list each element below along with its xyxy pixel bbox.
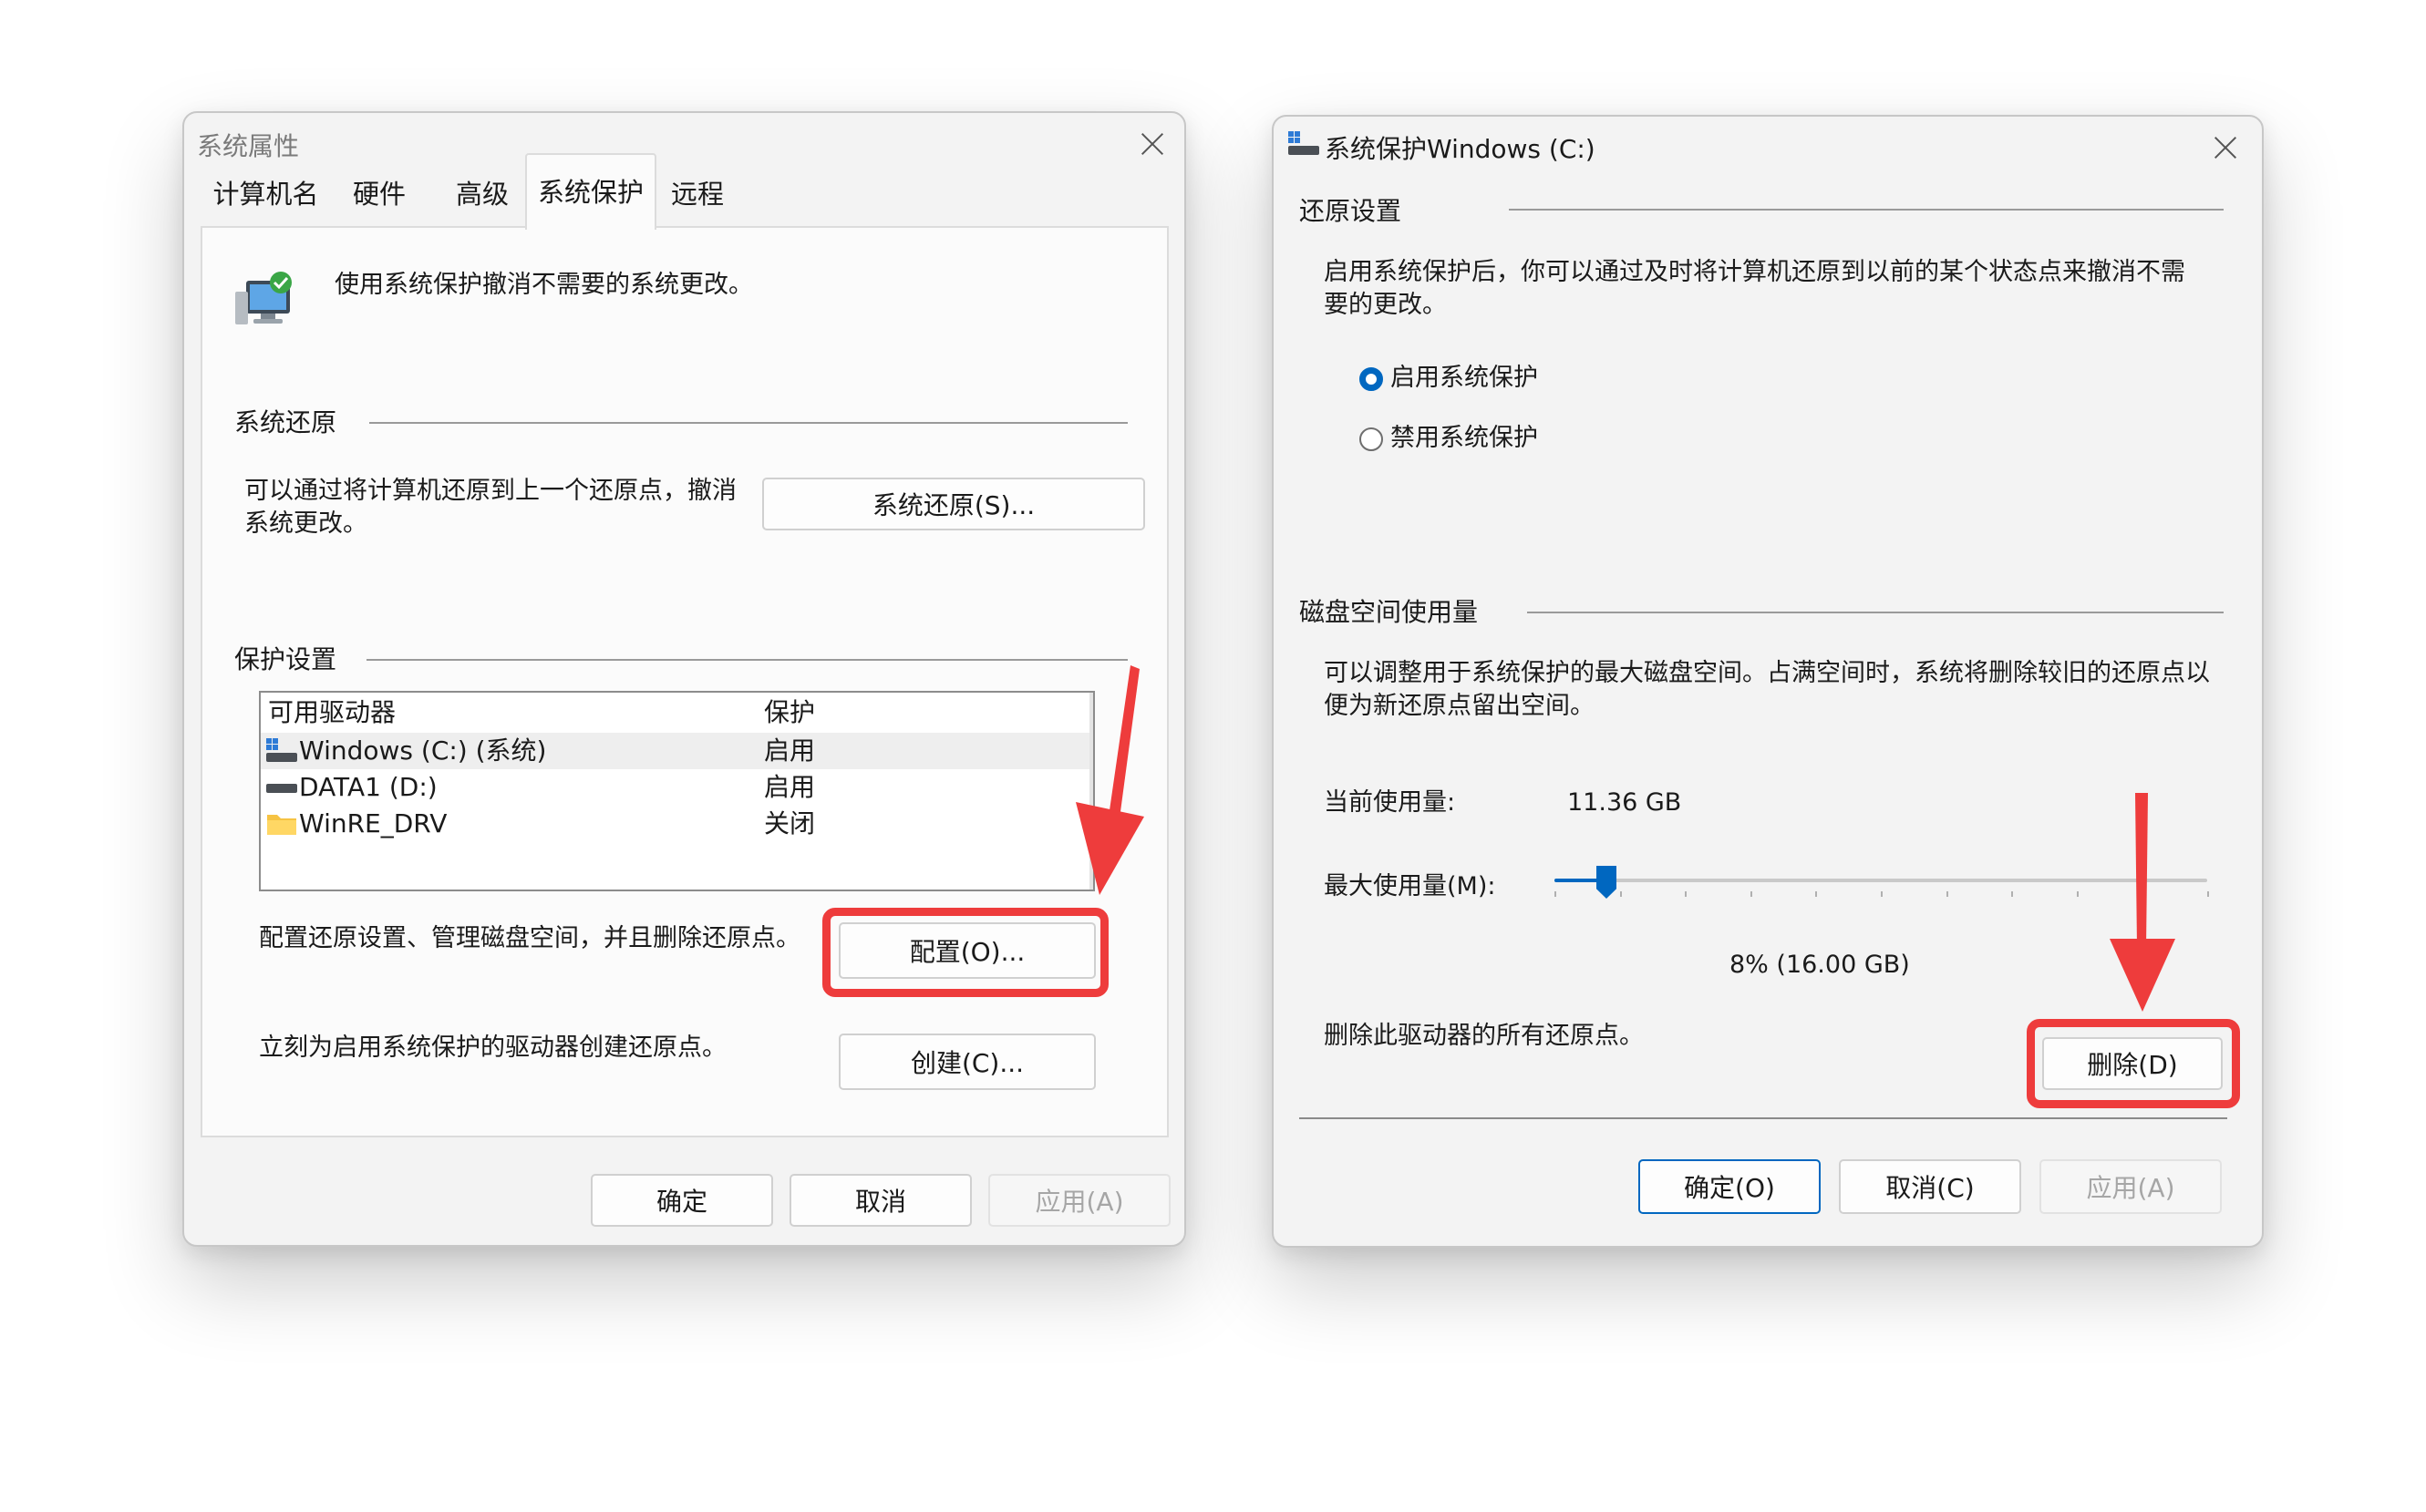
apply-button[interactable]: 应用(A)	[988, 1174, 1171, 1227]
restore-settings-description: 要的更改。	[1324, 291, 1447, 319]
intro-text: 使用系统保护撤消不需要的系统更改。	[335, 271, 753, 299]
window-title: 系统属性	[197, 131, 300, 161]
tab-label: 硬件	[352, 179, 406, 210]
drive-name: DATA1 (D:)	[299, 772, 438, 802]
slider-tick	[1946, 891, 1948, 897]
highlight-box	[2027, 1019, 2240, 1108]
tab-hardware[interactable]: 硬件	[328, 160, 430, 228]
highlight-box	[822, 908, 1109, 997]
disk-usage-section-title: 磁盘空间使用量	[1299, 597, 1479, 627]
annotation-arrow-icon	[1076, 665, 1144, 895]
slider-thumb[interactable]	[1596, 866, 1616, 899]
slider-tick	[1815, 891, 1817, 897]
section-divider	[1299, 1117, 2227, 1119]
protection-status: 关闭	[764, 808, 816, 838]
slider-tick	[2077, 891, 2079, 897]
folder-icon	[267, 815, 296, 835]
drive-icon	[266, 784, 297, 793]
tab-advanced[interactable]: 高级	[432, 160, 532, 228]
system-restore-section-title: 系统还原	[234, 407, 337, 437]
system-restore-description: 可以通过将计算机还原到上一个还原点，撤消	[244, 477, 737, 505]
disk-usage-description: 便为新还原点留出空间。	[1324, 692, 1595, 720]
tab-label: 高级	[455, 179, 509, 210]
drive-name: WinRE_DRV	[299, 808, 448, 838]
column-header-protection[interactable]: 保护	[764, 694, 815, 731]
system-protection-dialog: 系统保护Windows (C:) 还原设置 启用系统保护后，你可以通过及时将计算…	[1272, 115, 2264, 1248]
button-label: 应用(A)	[2086, 1173, 2175, 1203]
tab-label: 计算机名	[212, 179, 319, 210]
section-divider	[369, 422, 1128, 424]
tab-content-panel	[201, 226, 1169, 1137]
system-protection-icon	[235, 272, 292, 324]
section-divider	[366, 659, 1128, 661]
current-usage-label: 当前使用量:	[1324, 788, 1456, 817]
tab-label: 远程	[670, 179, 724, 210]
slider-tick	[1881, 891, 1883, 897]
cancel-button[interactable]: 取消	[790, 1174, 972, 1227]
ok-button[interactable]: 确定	[591, 1174, 773, 1227]
button-label: 取消(C)	[1885, 1173, 1975, 1203]
section-divider	[1509, 209, 2224, 211]
table-row[interactable]: DATA1 (D:) 启用	[261, 769, 1093, 806]
max-usage-label: 最大使用量(M):	[1324, 872, 1496, 900]
protection-settings-section-title: 保护设置	[234, 644, 337, 674]
button-label: 取消	[854, 1187, 906, 1217]
restore-settings-section-title: 还原设置	[1299, 196, 1402, 226]
button-label: 确定(O)	[1684, 1173, 1775, 1203]
slider-value-text: 8% (16.00 GB)	[1729, 951, 1910, 979]
table-header: 可用驱动器 保护	[261, 694, 1093, 731]
protection-status: 启用	[764, 735, 816, 766]
option-label: 禁用系统保护	[1390, 424, 1538, 452]
radio-button-selected[interactable]	[1359, 367, 1383, 391]
table-row[interactable]: WinRE_DRV 关闭	[261, 806, 1093, 842]
ok-button[interactable]: 确定(O)	[1638, 1159, 1821, 1214]
current-usage-value: 11.36 GB	[1567, 788, 1682, 817]
table-row[interactable]: Windows (C:) (系统) 启用	[261, 733, 1093, 769]
slider-tick	[2207, 891, 2209, 897]
configure-description: 配置还原设置、管理磁盘空间，并且删除还原点。	[259, 924, 800, 952]
annotation-arrow-icon	[2110, 793, 2175, 1012]
system-restore-description: 系统更改。	[244, 509, 367, 538]
tab-label: 系统保护	[537, 177, 644, 208]
button-label: 确定	[656, 1187, 707, 1217]
system-drive-icon	[1288, 131, 1319, 155]
button-label: 创建(C)...	[910, 1048, 1025, 1078]
disk-usage-description: 可以调整用于系统保护的最大磁盘空间。占满空间时，系统将删除较旧的还原点以	[1324, 659, 2210, 687]
button-label: 应用(A)	[1035, 1187, 1124, 1217]
slider-tick	[1620, 891, 1622, 897]
cancel-button[interactable]: 取消(C)	[1839, 1159, 2021, 1214]
delete-description: 删除此驱动器的所有还原点。	[1324, 1022, 1644, 1050]
slider-tick	[1685, 891, 1687, 897]
close-icon[interactable]	[2207, 129, 2244, 166]
system-drive-icon	[266, 738, 297, 762]
system-properties-dialog: 系统属性 计算机名 硬件 高级 系统保护 远程 使用系统保护撤消不需要的系统更改…	[182, 111, 1186, 1247]
disable-protection-option[interactable]: 禁用系统保护	[1359, 421, 1596, 458]
create-button[interactable]: 创建(C)...	[839, 1034, 1096, 1090]
apply-button[interactable]: 应用(A)	[2039, 1159, 2222, 1214]
tab-system-protection[interactable]: 系统保护	[525, 153, 656, 230]
column-header-drive[interactable]: 可用驱动器	[268, 694, 396, 731]
slider-tick	[2011, 891, 2013, 897]
radio-button[interactable]	[1359, 427, 1383, 451]
drive-name: Windows (C:) (系统)	[299, 735, 547, 766]
restore-settings-description: 启用系统保护后，你可以通过及时将计算机还原到以前的某个状态点来撤消不需	[1324, 258, 2185, 286]
system-restore-button[interactable]: 系统还原(S)...	[762, 478, 1145, 530]
drives-table: 可用驱动器 保护 Windows (C:) (系统) 启用 DATA1 (D:)…	[259, 691, 1095, 891]
create-description: 立刻为启用系统保护的驱动器创建还原点。	[259, 1034, 727, 1062]
section-divider	[1527, 612, 2224, 613]
tab-remote[interactable]: 远程	[655, 160, 740, 228]
tab-computer-name[interactable]: 计算机名	[204, 160, 327, 228]
enable-protection-option[interactable]: 启用系统保护	[1359, 361, 1596, 397]
close-icon[interactable]	[1134, 126, 1171, 162]
protection-status: 启用	[764, 772, 816, 802]
slider-tick	[1750, 891, 1752, 897]
button-label: 系统还原(S)...	[872, 490, 1036, 520]
option-label: 启用系统保护	[1390, 364, 1538, 392]
window-title: 系统保护Windows (C:)	[1325, 134, 1595, 164]
slider-tick	[1554, 891, 1556, 897]
